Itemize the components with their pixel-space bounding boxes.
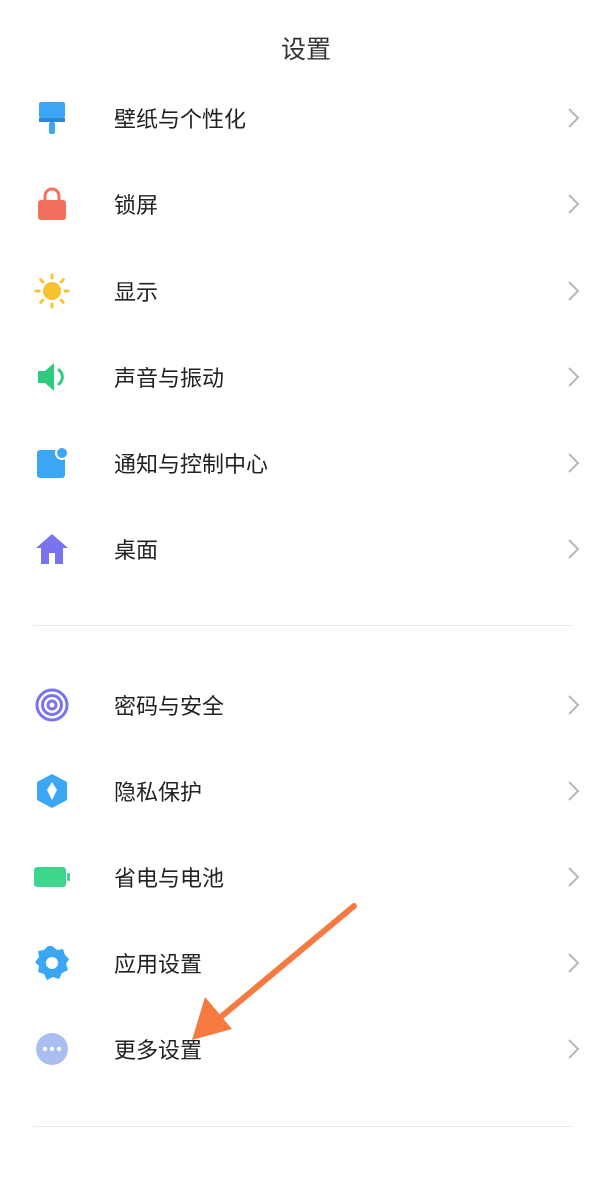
settings-item-label: 桌面: [114, 539, 159, 564]
section-divider: [33, 1126, 573, 1127]
settings-item-label: 应用设置: [114, 953, 203, 978]
settings-item-app-settings[interactable]: 应用设置: [0, 920, 612, 1006]
home-icon: [33, 532, 71, 566]
chevron-right-icon: [563, 951, 585, 975]
chevron-right-icon: [563, 693, 585, 717]
settings-item-password-security[interactable]: 密码与安全: [0, 662, 612, 748]
chevron-right-icon: [563, 537, 585, 561]
settings-item-lockscreen[interactable]: 锁屏: [0, 161, 612, 247]
battery-icon: [33, 860, 71, 894]
settings-item-home-screen[interactable]: 桌面: [0, 506, 612, 592]
settings-item-label: 壁纸与个性化: [114, 108, 247, 133]
chevron-right-icon: [563, 451, 585, 475]
brush-icon: [33, 101, 71, 135]
settings-item-label: 显示: [114, 281, 159, 306]
gear-icon: [33, 946, 71, 980]
notification-icon: [33, 446, 71, 480]
settings-item-label: 隐私保护: [114, 781, 203, 806]
privacy-shield-icon: [33, 774, 71, 808]
settings-item-more-settings[interactable]: 更多设置: [0, 1006, 612, 1092]
chevron-right-icon: [563, 865, 585, 889]
sun-icon: [33, 273, 71, 309]
chevron-right-icon: [563, 279, 585, 303]
chevron-right-icon: [563, 1037, 585, 1061]
settings-item-label: 声音与振动: [114, 367, 225, 392]
settings-item-label: 通知与控制中心: [114, 453, 269, 478]
chevron-right-icon: [563, 365, 585, 389]
settings-item-notifications[interactable]: 通知与控制中心: [0, 420, 612, 506]
settings-item-wallpaper[interactable]: 壁纸与个性化: [0, 75, 612, 161]
settings-item-label: 省电与电池: [114, 867, 225, 892]
section-divider: [33, 625, 573, 626]
fingerprint-icon: [33, 688, 71, 722]
settings-item-privacy[interactable]: 隐私保护: [0, 748, 612, 834]
speaker-icon: [33, 360, 71, 394]
settings-item-label: 密码与安全: [114, 695, 225, 720]
chevron-right-icon: [563, 192, 585, 216]
settings-item-display[interactable]: 显示: [0, 248, 612, 334]
lock-icon: [33, 187, 71, 221]
chevron-right-icon: [563, 106, 585, 130]
settings-item-battery[interactable]: 省电与电池: [0, 834, 612, 920]
page-title: 设置: [280, 35, 331, 64]
settings-item-label: 更多设置: [114, 1039, 203, 1064]
settings-item-label: 锁屏: [114, 194, 159, 219]
more-dots-icon: [33, 1032, 71, 1066]
chevron-right-icon: [563, 779, 585, 803]
settings-item-sound[interactable]: 声音与振动: [0, 334, 612, 420]
